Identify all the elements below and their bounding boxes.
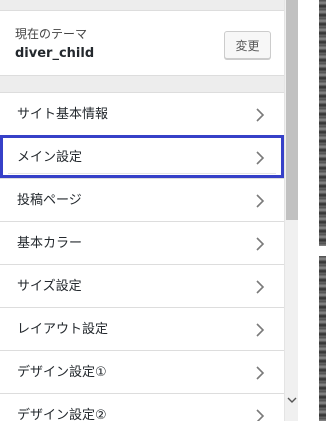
chevron-right-icon [256,151,265,165]
customizer-menu: サイト基本情報 メイン設定 投稿ページ 基本カラー サイズ設定 レイアウト設定 … [0,92,284,421]
current-theme-name: diver_child [15,46,95,61]
menu-item-label: 投稿ページ [17,193,82,208]
chevron-right-icon [256,237,265,251]
change-theme-button[interactable]: 変更 [224,31,271,59]
menu-item-design-settings-1[interactable]: デザイン設定① [0,350,284,393]
menu-item-label: レイアウト設定 [17,322,109,337]
chevron-right-icon [256,280,265,294]
customizer-panel: 現在のテーマ diver_child 変更 サイト基本情報 メイン設定 投稿ペー… [0,0,284,421]
menu-item-label: 基本カラー [17,236,83,251]
focus-divider [8,173,276,174]
chevron-down-icon [287,397,297,403]
preview-image [319,0,326,246]
scroll-down-button[interactable] [286,392,298,408]
menu-item-main-settings[interactable]: メイン設定 [0,135,284,178]
menu-item-layout-settings[interactable]: レイアウト設定 [0,307,284,350]
scrollbar-thumb[interactable] [286,0,298,220]
menu-item-design-settings-2[interactable]: デザイン設定② [0,393,284,421]
panel-scrollbar[interactable] [284,0,298,421]
current-theme-label: 現在のテーマ [15,27,88,41]
menu-item-site-basic-info[interactable]: サイト基本情報 [0,92,284,135]
chevron-right-icon [256,366,265,380]
menu-item-label: サイズ設定 [17,279,82,294]
current-theme-section: 現在のテーマ diver_child 変更 [0,10,284,76]
menu-item-label: デザイン設定① [17,365,107,380]
menu-item-post-page[interactable]: 投稿ページ [0,178,284,221]
menu-item-size-settings[interactable]: サイズ設定 [0,264,284,307]
menu-item-label: サイト基本情報 [17,107,109,122]
chevron-right-icon [256,409,265,421]
preview-image [319,256,326,421]
menu-item-basic-colors[interactable]: 基本カラー [0,221,284,264]
site-preview [298,0,326,421]
chevron-right-icon [256,108,265,122]
chevron-right-icon [256,194,265,208]
chevron-right-icon [256,323,265,337]
menu-item-label: デザイン設定② [17,408,107,421]
